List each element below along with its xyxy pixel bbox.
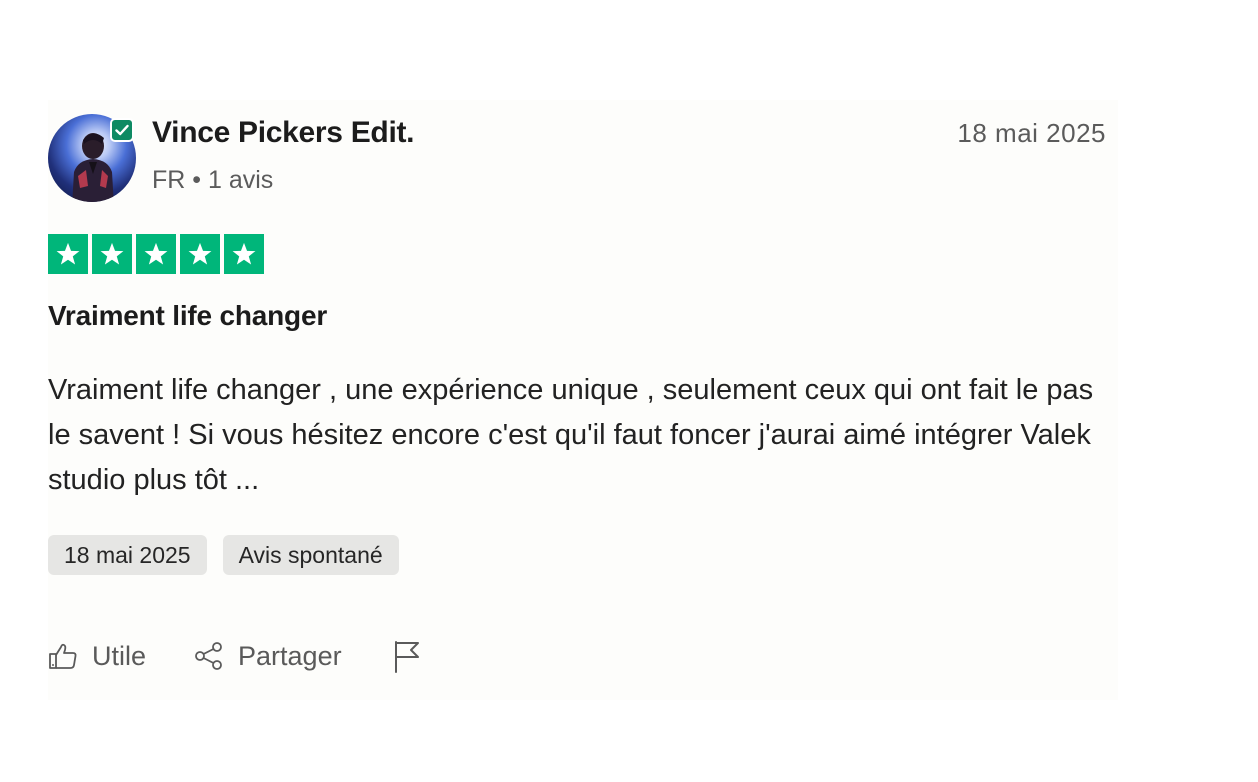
useful-button[interactable]: Utile [48, 641, 146, 672]
star-icon [56, 242, 80, 265]
review-actions: Utile Partager [48, 636, 422, 676]
verified-check-icon [115, 124, 129, 136]
verified-badge [110, 118, 134, 142]
tag-date: 18 mai 2025 [48, 535, 207, 575]
review-body: Vraiment life changer , une expérience u… [48, 374, 1094, 496]
star-icon [232, 242, 256, 265]
star-box-2 [92, 234, 132, 274]
tag-spontaneous[interactable]: Avis spontané [222, 535, 399, 575]
review-tags: 18 mai 2025 Avis spontané [48, 535, 399, 575]
star-icon [188, 242, 212, 265]
share-label: Partager [238, 640, 342, 671]
star-box-5 [224, 234, 264, 274]
flag-icon [394, 641, 419, 673]
meta-separator: • [192, 166, 202, 194]
star-box-3 [136, 234, 176, 274]
useful-label: Utile [92, 640, 147, 671]
thumbs-up-icon [49, 643, 77, 669]
reviewer-name[interactable]: Vince Pickers Edit. [152, 116, 415, 150]
reviewer-country: FR [152, 166, 186, 194]
star-rating [48, 234, 264, 274]
report-button[interactable] [392, 639, 422, 673]
star-box-1 [48, 234, 88, 274]
star-icon [144, 242, 168, 265]
share-button[interactable]: Partager [194, 641, 342, 672]
review-date: 18 mai 2025 [957, 118, 1106, 148]
star-icon [100, 242, 124, 265]
star-box-4 [180, 234, 220, 274]
reviewer-review-count: 1 avis [208, 166, 274, 194]
review-card: Vince Pickers Edit. FR • 1 avis 18 mai 2… [48, 100, 1118, 700]
reviewer-meta: FR • 1 avis [152, 166, 273, 195]
review-title[interactable]: Vraiment life changer [48, 300, 327, 332]
share-icon [195, 642, 222, 670]
